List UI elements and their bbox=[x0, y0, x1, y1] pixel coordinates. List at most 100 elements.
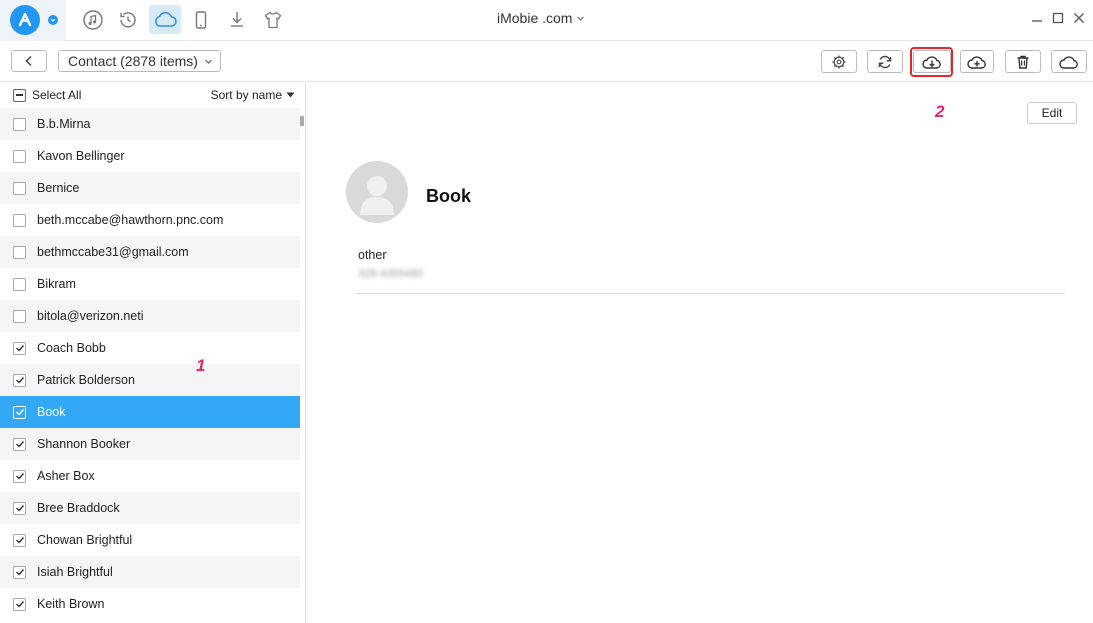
cloud-icon[interactable] bbox=[149, 5, 181, 34]
list-item[interactable]: Kavon Bellinger bbox=[0, 140, 300, 172]
person-silhouette-icon bbox=[360, 176, 394, 215]
contact-name-label: Coach Bobb bbox=[37, 341, 106, 355]
list-item[interactable]: Bree Braddock bbox=[0, 492, 300, 524]
checkbox-checked[interactable] bbox=[13, 405, 26, 419]
checkbox[interactable] bbox=[13, 117, 26, 131]
contact-name-label: Patrick Bolderson bbox=[37, 373, 135, 387]
checkbox-checked[interactable] bbox=[13, 437, 26, 451]
window-title[interactable]: iMobie .com bbox=[497, 10, 585, 26]
minimize-icon[interactable] bbox=[1030, 10, 1044, 26]
list-item[interactable]: Shannon Booker bbox=[0, 428, 300, 460]
settings-icon bbox=[832, 55, 846, 68]
list-item[interactable]: Isiah Brightful bbox=[0, 556, 300, 588]
phone-field-label: other bbox=[358, 248, 387, 262]
checkbox-checked[interactable] bbox=[13, 565, 26, 579]
contact-list-panel: Select All Sort by name B.b.Mirna Kavon B… bbox=[0, 82, 306, 623]
app-menu[interactable] bbox=[0, 0, 66, 41]
window-title-text: iMobie .com bbox=[497, 10, 573, 26]
back-button[interactable] bbox=[11, 50, 47, 72]
list-item[interactable]: bethmccabe31@gmail.com bbox=[0, 236, 300, 268]
list-item[interactable]: Asher Box bbox=[0, 460, 300, 492]
sort-dropdown[interactable]: Sort by name bbox=[211, 88, 295, 102]
category-label: Contact (2878 items) bbox=[68, 53, 198, 69]
app-logo-icon[interactable] bbox=[10, 5, 40, 35]
select-all-checkbox[interactable]: Select All bbox=[13, 88, 81, 102]
checkbox[interactable] bbox=[13, 149, 26, 163]
history-icon[interactable] bbox=[112, 5, 144, 34]
contact-name-label: B.b.Mirna bbox=[37, 117, 91, 131]
list-header: Select All Sort by name bbox=[0, 82, 305, 107]
phone-icon[interactable] bbox=[185, 5, 217, 34]
checkbox-checked[interactable] bbox=[13, 533, 26, 547]
divider bbox=[356, 293, 1065, 294]
checkbox-checked[interactable] bbox=[13, 597, 26, 611]
maximize-icon[interactable] bbox=[1051, 10, 1065, 26]
contact-name-label: bethmccabe31@gmail.com bbox=[37, 245, 189, 259]
list-item[interactable]: B.b.Mirna bbox=[0, 108, 300, 140]
tshirt-icon[interactable] bbox=[257, 5, 289, 34]
chevron-down-icon[interactable] bbox=[48, 15, 58, 25]
checkmark-icon bbox=[15, 377, 24, 384]
caret-down-icon bbox=[286, 92, 295, 98]
contact-name-label: Isiah Brightful bbox=[37, 565, 113, 579]
checkbox-checked[interactable] bbox=[13, 501, 26, 515]
checkmark-icon bbox=[15, 505, 24, 512]
download-icon[interactable] bbox=[221, 5, 253, 34]
select-all-label: Select All bbox=[32, 88, 82, 102]
checkmark-icon bbox=[15, 473, 24, 480]
settings-button[interactable] bbox=[821, 50, 857, 73]
checkmark-icon bbox=[15, 537, 24, 544]
trash-icon bbox=[1017, 55, 1029, 69]
icloud-transfer-button[interactable] bbox=[1051, 50, 1087, 73]
upload-to-icloud-button[interactable] bbox=[960, 50, 994, 73]
refresh-button[interactable] bbox=[867, 50, 903, 73]
contact-name-label: Bikram bbox=[37, 277, 76, 291]
edit-button[interactable]: Edit bbox=[1027, 102, 1077, 124]
list-item[interactable]: Book bbox=[0, 396, 300, 428]
checkbox[interactable] bbox=[13, 309, 26, 323]
list-item[interactable]: Keith Brown bbox=[0, 588, 300, 620]
list-item[interactable]: Patrick Bolderson bbox=[0, 364, 300, 396]
contact-name-label: beth.mccabe@hawthorn.pnc.com bbox=[37, 213, 224, 227]
refresh-icon bbox=[878, 55, 892, 68]
checkbox[interactable] bbox=[13, 213, 26, 227]
highlight-box bbox=[910, 47, 953, 77]
phone-field-value: 328-4355480 bbox=[358, 268, 423, 280]
contact-name-label: Bree Braddock bbox=[37, 501, 120, 515]
cloud-icon bbox=[1059, 55, 1078, 69]
checkbox-checked[interactable] bbox=[13, 373, 26, 387]
contact-list: B.b.Mirna Kavon Bellinger Bernice beth.mcca… bbox=[0, 108, 300, 620]
list-item[interactable]: Bikram bbox=[0, 268, 300, 300]
chevron-left-icon bbox=[25, 55, 32, 67]
list-item[interactable]: beth.mccabe@hawthorn.pnc.com bbox=[0, 204, 300, 236]
title-bar: iMobie .com bbox=[0, 0, 1093, 41]
cloud-upload-icon bbox=[967, 55, 986, 69]
category-dropdown[interactable]: Contact (2878 items) bbox=[58, 50, 221, 72]
checkbox-checked[interactable] bbox=[13, 341, 26, 355]
partial-checkbox-icon bbox=[13, 88, 26, 102]
avatar bbox=[346, 161, 408, 223]
list-item[interactable]: Coach Bobb bbox=[0, 332, 300, 364]
list-item[interactable]: Bernice bbox=[0, 172, 300, 204]
music-icon[interactable] bbox=[77, 5, 109, 34]
close-icon[interactable] bbox=[1072, 10, 1086, 26]
scrollbar-thumb[interactable] bbox=[300, 116, 304, 126]
checkbox[interactable] bbox=[13, 277, 26, 291]
checkmark-icon bbox=[15, 345, 24, 352]
list-item[interactable]: bitola@verizon.neti bbox=[0, 300, 300, 332]
checkbox-checked[interactable] bbox=[13, 469, 26, 483]
step-1-annotation: 1 bbox=[196, 356, 206, 375]
sort-label: Sort by name bbox=[210, 88, 282, 102]
contact-name-label: bitola@verizon.neti bbox=[37, 309, 144, 323]
checkbox[interactable] bbox=[13, 245, 26, 259]
checkbox[interactable] bbox=[13, 181, 26, 195]
contact-name-label: Bernice bbox=[37, 181, 80, 195]
contact-name-label: Asher Box bbox=[37, 469, 95, 483]
contact-name-label: Book bbox=[37, 405, 66, 419]
list-item[interactable]: Chowan Brightful bbox=[0, 524, 300, 556]
delete-button[interactable] bbox=[1005, 50, 1041, 73]
contact-name-label: Shannon Booker bbox=[37, 437, 131, 451]
chevron-down-icon bbox=[576, 10, 585, 26]
contact-name-label: Keith Brown bbox=[37, 597, 105, 611]
step-2-annotation: 2 bbox=[935, 102, 945, 121]
